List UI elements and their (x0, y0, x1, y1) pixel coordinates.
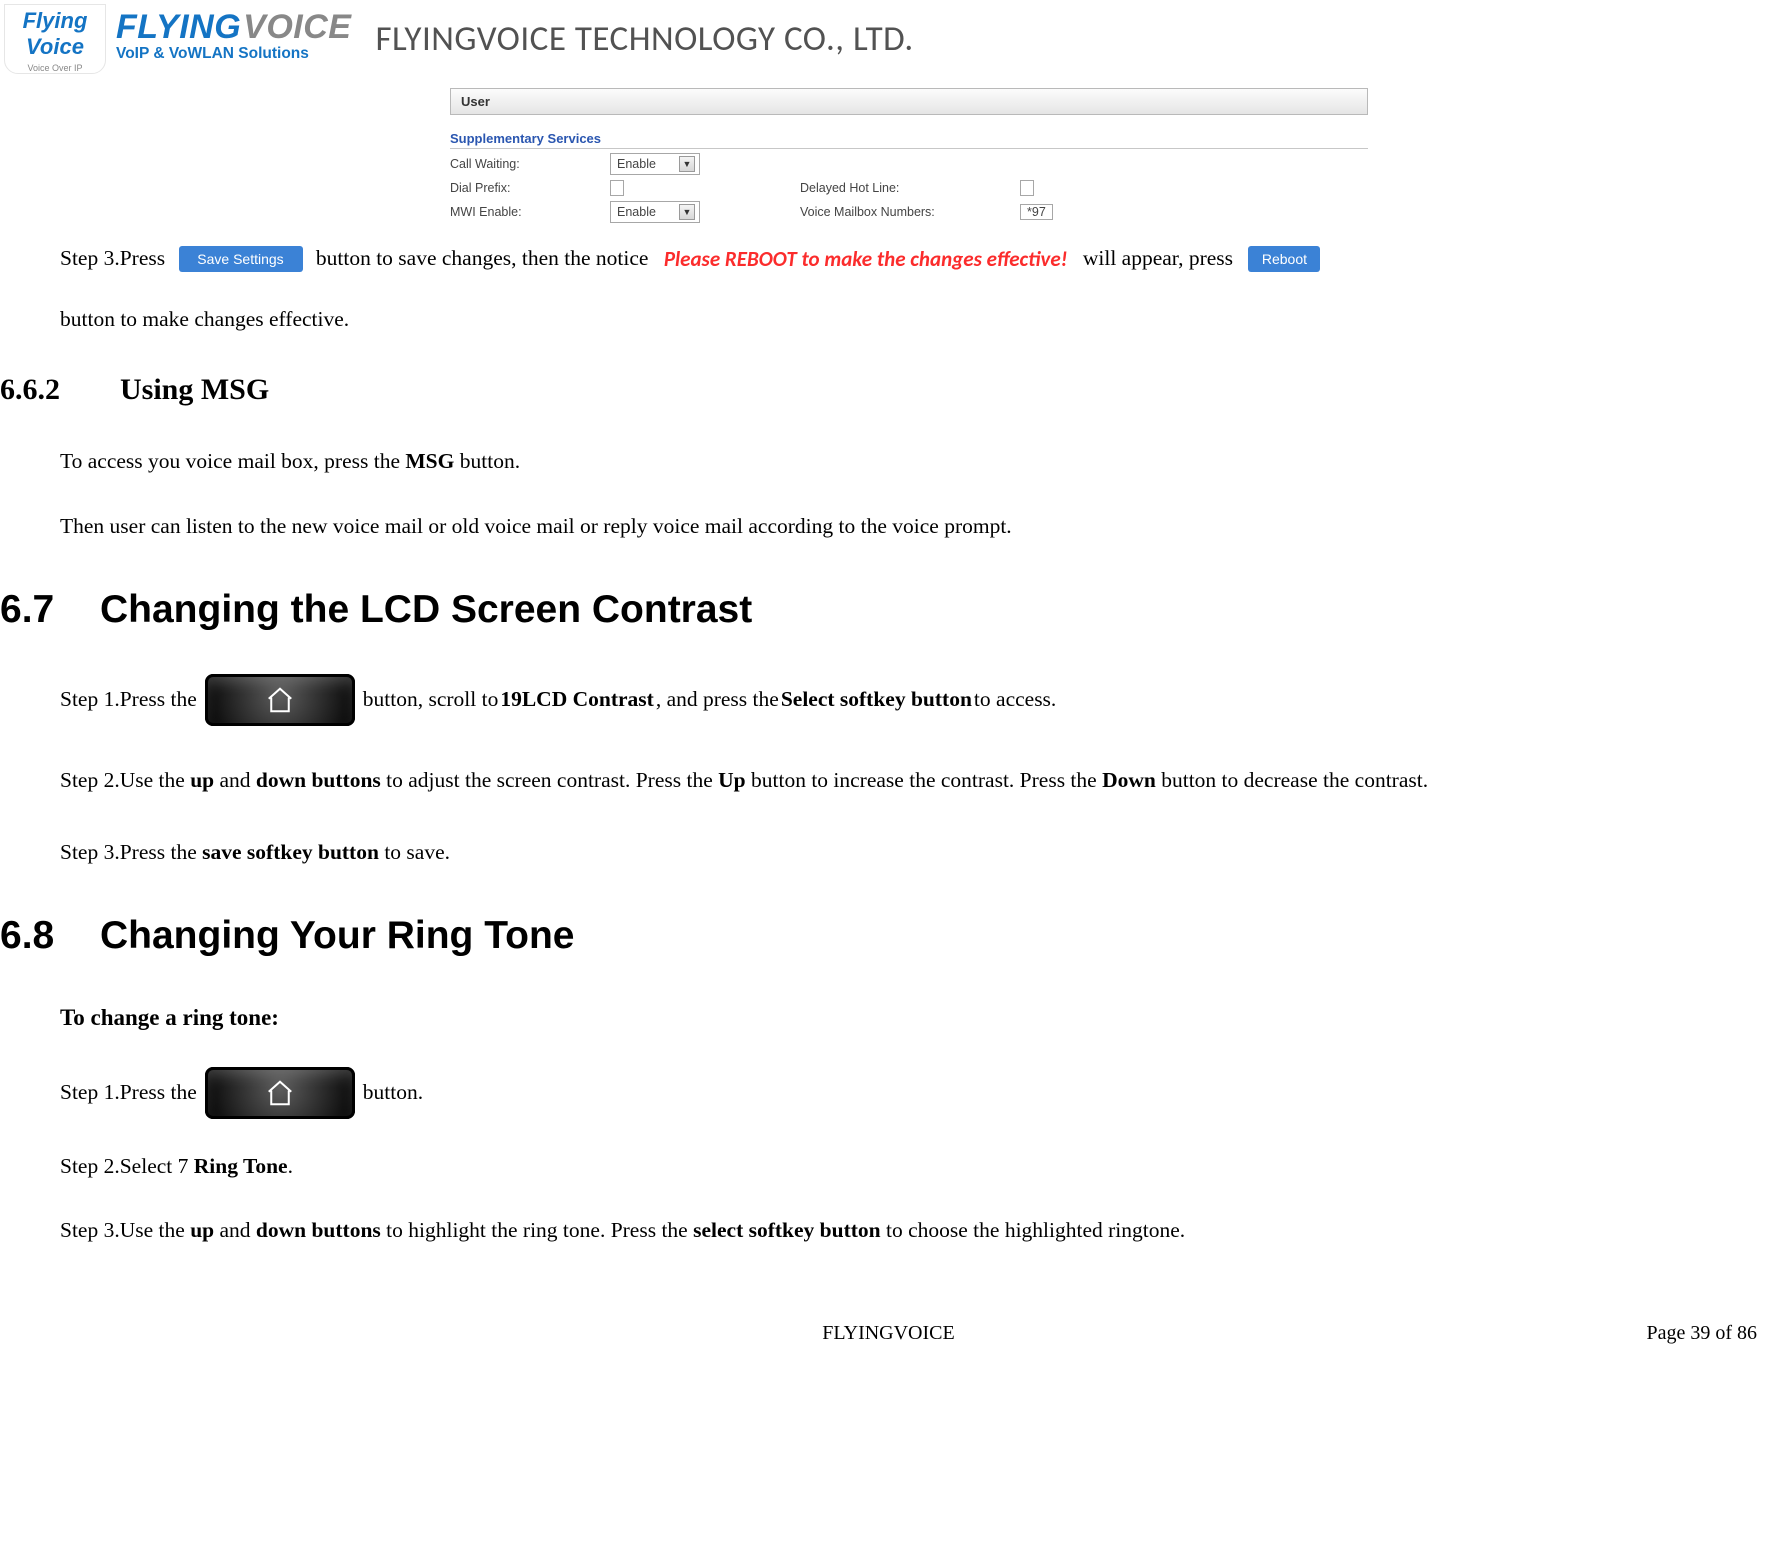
label-delayed-hotline: Delayed Hot Line: (800, 181, 1020, 195)
input-dial-prefix[interactable] (610, 180, 624, 196)
select-mwi-enable-value: Enable (617, 205, 656, 219)
select-call-waiting-value: Enable (617, 157, 656, 171)
s68-step2b: Ring Tone (194, 1154, 288, 1178)
s67-step2i: button to decrease the contrast. (1156, 768, 1428, 792)
s68-step2: Step 2.Select 7 Ring Tone. (60, 1149, 1772, 1183)
heading-6-8-title: Changing Your Ring Tone (100, 914, 574, 957)
s67-step1b: button, scroll to (363, 682, 499, 716)
s68-step1b: button. (363, 1075, 423, 1109)
reboot-notice: Please REBOOT to make the changes effect… (664, 246, 1068, 272)
chevron-down-icon: ▼ (679, 204, 695, 220)
logo-badge: Flying Voice Voice Over IP (4, 4, 106, 74)
s67-step2f: Up (718, 768, 745, 792)
s68-step1: Step 1.Press the button. (60, 1067, 1772, 1119)
s67-step3: Step 3.Press the save softkey button to … (60, 835, 1772, 869)
s68-subheading: To change a ring tone: (60, 1000, 1772, 1037)
company-name: FLYINGVOICE TECHNOLOGY CO., LTD. (361, 4, 913, 60)
s68-step3a: Step 3.Use the (60, 1218, 190, 1242)
s68-step3g: to choose the highlighted ringtone. (881, 1218, 1186, 1242)
home-button-icon (205, 1067, 355, 1119)
s68-step3f: select softkey button (693, 1218, 881, 1242)
heading-6-7-title: Changing the LCD Screen Contrast (100, 588, 752, 631)
logo-line2: Voice (26, 34, 84, 60)
heading-6-8-num: 6.8 (0, 905, 100, 967)
s67-step2g: button to increase the contrast. Press t… (746, 768, 1102, 792)
s67-step2b: up (190, 768, 214, 792)
heading-6-8: 6.8Changing Your Ring Tone (0, 905, 1777, 967)
label-dial-prefix: Dial Prefix: (450, 181, 610, 195)
s67-step3c: to save. (379, 840, 450, 864)
s68-step3: Step 3.Use the up and down buttons to hi… (60, 1213, 1772, 1247)
s67-step1f: to access. (974, 682, 1056, 716)
step3-text-c: will appear, press (1077, 237, 1238, 280)
s68-step1a: Step 1.Press the (60, 1075, 197, 1109)
step3-text-a: Step 3.Press (60, 237, 171, 280)
s67-step1a: Step 1.Press the (60, 682, 197, 716)
s68-step3c: and (214, 1218, 256, 1242)
logo-sub: Voice Over IP (27, 63, 82, 73)
s67-step2a: Step 2.Use the (60, 768, 190, 792)
footer-center: FLYINGVOICE (0, 1317, 1777, 1349)
s662-p1: To access you voice mail box, press the … (60, 444, 1772, 478)
s67-step2: Step 2.Use the up and down buttons to ad… (60, 756, 1772, 805)
label-call-waiting: Call Waiting: (450, 157, 610, 171)
brand-word-1: FLYING (116, 8, 241, 47)
select-call-waiting[interactable]: Enable ▼ (610, 153, 700, 175)
s67-step2c: and (214, 768, 256, 792)
s67-step2d: down buttons (256, 768, 381, 792)
logo-line1: Flying (23, 8, 88, 34)
brand-subtitle: VoIP & VoWLAN Solutions (116, 45, 351, 63)
s67-step1c: 19LCD Contrast (500, 682, 653, 716)
step3-save-reboot-line: Step 3.Press Save Settings button to sav… (60, 237, 1772, 280)
home-icon (265, 1078, 295, 1108)
label-mwi-enable: MWI Enable: (450, 205, 610, 219)
reboot-button[interactable]: Reboot (1248, 246, 1320, 272)
s68-step3e: to highlight the ring tone. Press the (381, 1218, 693, 1242)
s68-step3d: down buttons (256, 1218, 381, 1242)
heading-6-7-num: 6.7 (0, 579, 100, 641)
s67-step1d: , and press the (656, 682, 779, 716)
input-voice-mailbox[interactable]: *97 (1020, 204, 1053, 220)
label-voice-mailbox: Voice Mailbox Numbers: (800, 205, 1020, 219)
s68-step2c: . (288, 1154, 293, 1178)
embedded-ui-panel: User Supplementary Services Call Waiting… (450, 88, 1368, 223)
home-icon (265, 685, 295, 715)
s662-p2: Then user can listen to the new voice ma… (60, 509, 1772, 543)
page-footer: FLYINGVOICE Page 39 of 86 (0, 1277, 1777, 1349)
s67-step1e: Select softkey button (781, 682, 972, 716)
ui-section-title: Supplementary Services (450, 115, 1368, 149)
s68-step2a: Step 2.Select 7 (60, 1154, 194, 1178)
step3-text-b: button to save changes, then the notice (311, 237, 654, 280)
input-delayed-hotline[interactable] (1020, 180, 1034, 196)
save-settings-button[interactable]: Save Settings (179, 246, 303, 272)
s662-p1b: MSG (405, 449, 454, 473)
select-mwi-enable[interactable]: Enable ▼ (610, 201, 700, 223)
footer-page-number: Page 39 of 86 (1646, 1317, 1757, 1349)
s67-step3a: Step 3.Press the (60, 840, 202, 864)
s67-step1: Step 1.Press the button, scroll to 19LCD… (60, 674, 1772, 726)
s662-p1a: To access you voice mail box, press the (60, 449, 405, 473)
chevron-down-icon: ▼ (679, 156, 695, 172)
step3-text-d: button to make changes effective. (60, 302, 1772, 336)
s67-step2h: Down (1102, 768, 1156, 792)
s67-step3b: save softkey button (202, 840, 379, 864)
s662-p1c: button. (454, 449, 520, 473)
heading-6-6-2: 6.6.2Using MSG (0, 366, 1777, 414)
s68-step3b: up (190, 1218, 214, 1242)
ui-tab-user[interactable]: User (450, 88, 1368, 115)
heading-6-6-2-num: 6.6.2 (0, 366, 120, 414)
brand-word-2: VOICE (243, 8, 351, 47)
heading-6-7: 6.7Changing the LCD Screen Contrast (0, 579, 1777, 641)
document-header: Flying Voice Voice Over IP FLYING VOICE … (0, 0, 1777, 74)
s67-step2e: to adjust the screen contrast. Press the (381, 768, 718, 792)
heading-6-6-2-title: Using MSG (120, 373, 269, 406)
home-button-icon (205, 674, 355, 726)
brand-block: FLYING VOICE VoIP & VoWLAN Solutions (116, 4, 351, 63)
